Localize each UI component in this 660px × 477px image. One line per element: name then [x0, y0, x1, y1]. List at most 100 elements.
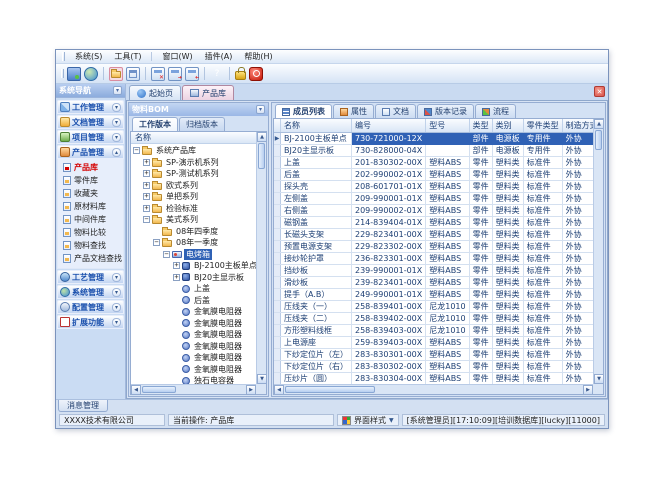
table-row[interactable]: 长磁头支架229-823401-00X塑料ABS零件塑料类标准件外协条 [274, 228, 604, 240]
chevron-down-icon[interactable]: ▾ [112, 103, 121, 112]
tab-product-library[interactable]: 产品库 [182, 85, 234, 100]
tree-toggle-icon[interactable]: − [133, 147, 140, 154]
sidebar-group-3[interactable]: 产品管理▴ [57, 145, 124, 159]
tree-node-13[interactable]: 后盖 [133, 295, 256, 307]
table-row[interactable]: 方形塑料线框258-839403-00X尼龙1010零件塑料类标准件外协条 [274, 324, 604, 336]
tree-node-label[interactable]: 金氧膜电阻器 [192, 318, 244, 329]
tree-node-14[interactable]: 金氧膜电阻器 [133, 306, 256, 318]
menu-item-5[interactable]: 帮助(H) [242, 51, 274, 62]
sidebar-item-5[interactable]: 物料比较 [58, 226, 123, 239]
tree-toggle-icon[interactable]: + [173, 274, 180, 281]
chevron-down-icon[interactable]: ▾ [112, 303, 121, 312]
sidebar-group-0[interactable]: 工作管理▾ [57, 100, 124, 114]
export-window-icon[interactable] [168, 67, 182, 81]
tree-node-label[interactable]: 电烤箱 [184, 249, 212, 260]
tree-node-6[interactable]: −美式系列 [133, 214, 256, 226]
tree-node-label[interactable]: 欧式系列 [164, 180, 200, 191]
tree-node-label[interactable]: SP-测试机系列 [164, 168, 221, 179]
column-header-5[interactable]: 零件类型 [523, 119, 562, 132]
tree-node-label[interactable]: 上盖 [192, 283, 212, 294]
table-row[interactable]: 预置电源支架229-823302-00X塑料ABS零件塑料类标准件外协条 [274, 240, 604, 252]
table-row[interactable]: ▶BJ-2100主板单点730-721000-12X部件电源板专用件外协颗 [274, 132, 604, 144]
sidebar-group-4[interactable]: 工艺管理▾ [57, 270, 124, 284]
sidebar-group-2[interactable]: 项目管理▾ [57, 130, 124, 144]
tree-node-1[interactable]: +SP-演示机系列 [133, 157, 256, 169]
table-row[interactable]: 提手（A.B）249-990001-01X塑料ABS零件塑料类标准件外协条 [274, 288, 604, 300]
column-header-0[interactable]: 名称 [281, 119, 352, 132]
sidebar-group-5[interactable]: 系统管理▾ [57, 285, 124, 299]
tree-node-label[interactable]: 金氧膜电阻器 [192, 341, 244, 352]
scroll-up-icon[interactable]: ▲ [257, 132, 267, 142]
tree-node-11[interactable]: +BJ20主显示板 [133, 272, 256, 284]
toolbar-grip[interactable] [61, 69, 64, 78]
chevron-up-icon[interactable]: ▴ [112, 148, 121, 157]
sidebar-group-6[interactable]: 配置管理▾ [57, 300, 124, 314]
menu-item-1[interactable]: 工具(T) [112, 51, 143, 62]
tree-node-10[interactable]: +BJ-2100主板单点 [133, 260, 256, 272]
close-window-icon[interactable] [151, 67, 165, 81]
chevron-down-icon[interactable]: ▾ [112, 133, 121, 142]
column-header-3[interactable]: 类型 [469, 119, 492, 132]
tree-toggle-icon[interactable]: − [153, 239, 160, 246]
table-row[interactable]: 压纱片（圆）283-830304-00X塑料ABS零件塑料类标准件外协条 [274, 372, 604, 384]
exit-icon[interactable] [249, 67, 263, 81]
bom-tab-0[interactable]: 工作版本 [132, 117, 178, 131]
table-vertical-scrollbar[interactable]: ▲ ▼ [593, 119, 603, 384]
tree-node-label[interactable]: 后盖 [192, 295, 212, 306]
tree-node-18[interactable]: 金氧膜电阻器 [133, 352, 256, 364]
sidebar-item-7[interactable]: 产品文档查找 [58, 252, 123, 265]
tree-toggle-icon[interactable]: + [143, 182, 150, 189]
tree-column-header[interactable]: 名称 [131, 132, 266, 144]
table-row[interactable]: 上电源座259-839403-00X塑料ABS零件塑料类标准件外协条 [274, 336, 604, 348]
chevron-down-icon[interactable]: ▾ [112, 288, 121, 297]
column-header-4[interactable]: 类别 [492, 119, 523, 132]
table-row[interactable]: 下纱定位片（右）283-830302-00X塑料ABS零件塑料类标准件外协条 [274, 360, 604, 372]
bom-tab-1[interactable]: 归档版本 [179, 117, 225, 131]
table-row[interactable]: 后盖202-990002-01X塑料ABS零件塑料类标准件外协条 [274, 168, 604, 180]
scroll-down-icon[interactable]: ▼ [257, 374, 267, 384]
tree-horizontal-scrollbar[interactable]: ◀ ▶ [131, 384, 256, 394]
sidebar-pin-icon[interactable]: ▾ [113, 86, 122, 95]
column-header-2[interactable]: 型号 [426, 119, 469, 132]
bom-panel-menu-icon[interactable]: ▾ [256, 105, 265, 114]
member-table-header[interactable]: 名称编号型号类型类别零件类型制造方式单位 [274, 119, 604, 132]
tree-toggle-icon[interactable]: + [173, 262, 180, 269]
tree-node-19[interactable]: 金氧膜电阻器 [133, 364, 256, 376]
close-tab-icon[interactable]: ✕ [594, 86, 605, 97]
detail-tab-2[interactable]: 文档 [375, 104, 416, 118]
table-row[interactable]: 左侧盖209-990001-01X塑料ABS零件塑料类标准件外协条 [274, 192, 604, 204]
scroll-left-icon[interactable]: ◀ [274, 385, 284, 395]
tree-node-15[interactable]: 金氧膜电阻器 [133, 318, 256, 330]
tree-toggle-icon[interactable]: + [143, 193, 150, 200]
tree-node-12[interactable]: 上盖 [133, 283, 256, 295]
sidebar-item-4[interactable]: 中间件库 [58, 213, 123, 226]
scroll-down-icon[interactable]: ▼ [594, 374, 604, 384]
scroll-right-icon[interactable]: ▶ [583, 385, 593, 395]
table-vscroll-thumb[interactable] [595, 130, 602, 150]
tree-toggle-icon[interactable]: − [143, 216, 150, 223]
tree-node-17[interactable]: 金氧膜电阻器 [133, 341, 256, 353]
globe-icon[interactable] [84, 67, 98, 81]
table-row[interactable]: 磁钢盖214-839404-01X塑料ABS零件塑料类标准件外协条 [274, 216, 604, 228]
tree-hscroll-thumb[interactable] [142, 386, 176, 393]
table-row[interactable]: 接纱轮护罩236-823301-00X塑料ABS零件塑料类标准件外协条 [274, 252, 604, 264]
table-row[interactable]: 下纱定位片（左）283-830301-00X塑料ABS零件塑料类标准件外协条 [274, 348, 604, 360]
tree-node-7[interactable]: 08年四季度 [133, 226, 256, 238]
tree-node-label[interactable]: 单把系列 [164, 191, 200, 202]
sidebar-item-2[interactable]: 收藏夹 [58, 187, 123, 200]
menu-grip[interactable] [62, 52, 65, 61]
ui-style-button[interactable]: 界面样式 ▼ [337, 414, 399, 426]
sidebar-group-7[interactable]: 扩展功能▾ [57, 315, 124, 329]
detail-tab-1[interactable]: 属性 [333, 104, 374, 118]
views-icon[interactable] [67, 67, 81, 81]
sidebar-item-0[interactable]: 产品库 [58, 161, 123, 174]
tree-node-0[interactable]: −系统产品库 [133, 145, 256, 157]
detail-tab-3[interactable]: 版本记录 [417, 104, 474, 118]
import-window-icon[interactable] [185, 67, 199, 81]
tree-node-4[interactable]: + 单把系列 [133, 191, 256, 203]
chevron-down-icon[interactable]: ▾ [112, 273, 121, 282]
layout-icon[interactable] [126, 67, 140, 81]
tree-node-label[interactable]: SP-演示机系列 [164, 157, 221, 168]
menu-item-0[interactable]: 系统(S) [73, 51, 104, 62]
product-library-icon[interactable] [109, 67, 123, 81]
